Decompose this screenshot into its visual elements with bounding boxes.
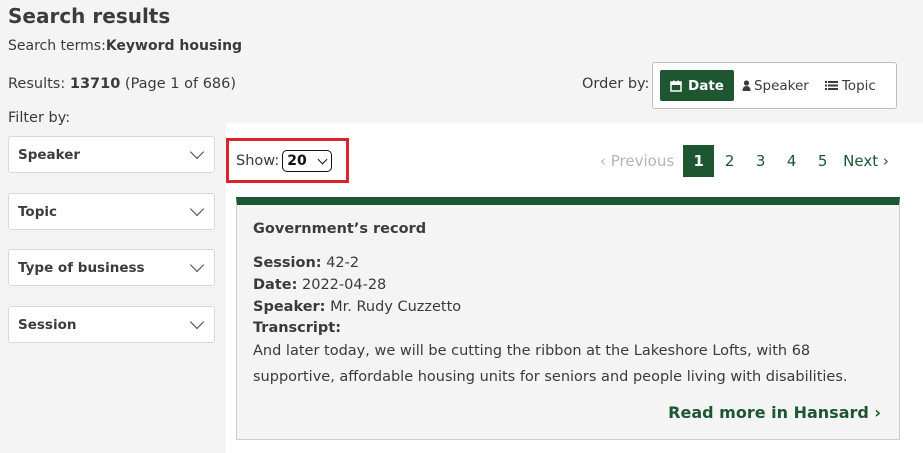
filter-label: Type of business [18, 259, 145, 276]
result-title: Government’s record [253, 221, 427, 237]
session-value: 42-2 [326, 255, 360, 271]
speaker-label: Speaker: [253, 299, 326, 315]
chevron-down-icon [317, 154, 328, 164]
order-topic-label: Topic [841, 77, 876, 94]
result-session: Session: 42-2 [253, 255, 359, 271]
filter-label: Topic [18, 203, 57, 220]
page-link-4[interactable]: 4 [776, 145, 807, 177]
order-date-button[interactable]: Date [660, 70, 734, 101]
show-label: Show: [236, 152, 280, 169]
results-label: Results: [8, 76, 66, 92]
result-date: Date: 2022-04-28 [253, 277, 386, 293]
read-more-link[interactable]: Read more in Hansard › [668, 403, 881, 422]
page-title: Search results [8, 4, 171, 28]
chevron-down-icon [189, 144, 205, 160]
list-icon [824, 80, 838, 91]
order-by-group: Date Speaker Topic [652, 62, 897, 109]
filter-session-dropdown[interactable]: Session [8, 306, 215, 343]
pagination: ‹ Previous 1 2 3 4 5 Next › [600, 145, 889, 177]
page-link-2[interactable]: 2 [714, 145, 745, 177]
calendar-icon [670, 80, 682, 92]
filter-type-of-business-dropdown[interactable]: Type of business [8, 249, 215, 286]
page-link-5[interactable]: 5 [807, 145, 838, 177]
filter-by-label: Filter by: [8, 110, 71, 126]
order-topic-button[interactable]: Topic [817, 70, 884, 101]
page-link-3[interactable]: 3 [745, 145, 776, 177]
show-select-value: 20 [287, 152, 307, 169]
date-label: Date: [253, 277, 298, 293]
transcript-label: Transcript: [253, 320, 342, 336]
search-terms-value: Keyword housing [105, 38, 243, 54]
speaker-value: Mr. Rudy Cuzzetto [330, 299, 462, 315]
order-by-label: Order by: [582, 76, 650, 92]
order-speaker-button[interactable]: Speaker [734, 70, 817, 101]
show-per-page-select[interactable]: 20 [282, 149, 333, 172]
next-page-link[interactable]: Next › [843, 152, 889, 170]
chevron-down-icon [189, 201, 205, 217]
results-summary: Results: 13710 (Page 1 of 686) [8, 76, 236, 92]
results-page-info: (Page 1 of 686) [124, 76, 237, 92]
previous-page-link: ‹ Previous [600, 152, 675, 170]
filter-label: Speaker [18, 146, 81, 163]
page-link-1[interactable]: 1 [683, 145, 715, 177]
result-card: Government’s record Session: 42-2 Date: … [236, 197, 900, 440]
session-label: Session: [253, 255, 322, 271]
date-value: 2022-04-28 [302, 277, 387, 293]
filter-topic-dropdown[interactable]: Topic [8, 193, 215, 230]
result-speaker: Speaker: Mr. Rudy Cuzzetto [253, 299, 461, 315]
transcript-text: And later today, we will be cutting the … [253, 343, 848, 385]
results-count: 13710 [69, 76, 121, 92]
filter-speaker-dropdown[interactable]: Speaker [8, 136, 215, 173]
search-terms: Search terms:Keyword housing [8, 38, 242, 54]
result-transcript-heading: Transcript: [253, 320, 341, 336]
show-per-page-highlight: Show: 20 [226, 138, 349, 183]
search-terms-label: Search terms: [8, 38, 106, 54]
order-date-label: Date [688, 77, 724, 94]
filter-label: Session [18, 316, 77, 333]
person-icon [742, 80, 751, 91]
chevron-down-icon [189, 314, 205, 330]
order-speaker-label: Speaker [753, 77, 809, 94]
chevron-down-icon [189, 257, 205, 273]
